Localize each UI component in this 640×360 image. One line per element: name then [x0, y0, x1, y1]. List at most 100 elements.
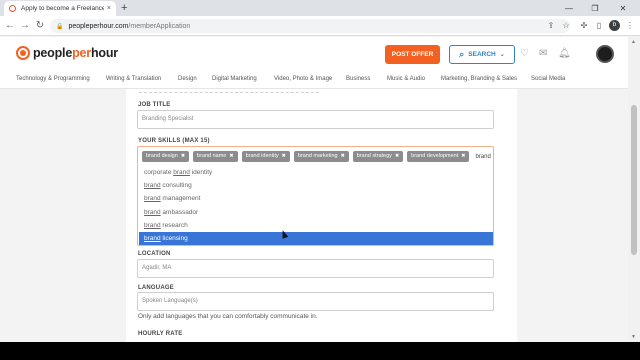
- remove-tag-icon[interactable]: ✖: [461, 151, 465, 162]
- suggestion-suffix: ambassador: [160, 208, 199, 216]
- suggestion-match: brand: [144, 208, 161, 216]
- suggestion-match: brand: [173, 169, 190, 176]
- language-input[interactable]: Spoken Language(s): [137, 292, 494, 311]
- site-favicon-icon: [9, 5, 16, 12]
- search-button[interactable]: ⌕ SEARCH ⌄: [449, 45, 515, 64]
- category-marketing-branding[interactable]: Marketing, Branding & Sales: [441, 76, 517, 82]
- suggestion-item[interactable]: brand licensing: [139, 231, 493, 246]
- remove-tag-icon[interactable]: ✖: [181, 151, 185, 162]
- category-social-media[interactable]: Social Media: [531, 76, 565, 82]
- site-header: people per hour POST OFFER ⌕ SEARCH ⌄ ♡ ✉ …: [0, 37, 628, 71]
- job-title-label: JOB TITLE: [138, 102, 171, 108]
- maximize-icon[interactable]: ❐: [584, 0, 606, 16]
- logo-people: people: [33, 46, 73, 60]
- minimize-icon[interactable]: —: [558, 0, 580, 16]
- logo-mark-icon: [16, 46, 30, 60]
- category-digital-marketing[interactable]: Digital Marketing: [212, 76, 257, 82]
- skill-tag-label: brand strategy: [356, 153, 392, 159]
- heart-icon[interactable]: ♡: [520, 49, 529, 59]
- location-label: LOCATION: [138, 251, 171, 257]
- sidebar-icon[interactable]: ▯: [593, 20, 605, 32]
- scroll-down-icon[interactable]: ▼: [631, 334, 636, 340]
- suggestion-prefix: corporate: [144, 169, 174, 176]
- suggestion-match: brand: [144, 234, 161, 242]
- url-path: /memberApplication: [128, 22, 191, 30]
- category-video-photo[interactable]: Video, Photo & Image: [274, 76, 332, 82]
- remove-tag-icon[interactable]: ✖: [341, 151, 345, 162]
- post-offer-button[interactable]: POST OFFER: [385, 45, 440, 64]
- category-business[interactable]: Business: [346, 76, 370, 82]
- suggestion-match: brand: [144, 195, 161, 203]
- taskbar: [0, 342, 640, 360]
- address-bar[interactable]: 🔒 peopleperhour.com/memberApplication: [50, 19, 570, 33]
- close-window-icon[interactable]: ✕: [612, 0, 634, 16]
- remove-tag-icon[interactable]: ✖: [229, 151, 233, 162]
- search-label: SEARCH: [468, 51, 496, 58]
- suggestion-item[interactable]: brand research: [139, 219, 493, 232]
- category-writing[interactable]: Writing & Translation: [106, 76, 161, 82]
- category-technology[interactable]: Technology & Programming: [16, 76, 90, 82]
- language-help-text: Only add languages that you can comforta…: [138, 313, 318, 320]
- user-avatar[interactable]: [596, 45, 614, 63]
- job-title-input[interactable]: Branding Specialist: [137, 110, 494, 129]
- remove-tag-icon[interactable]: ✖: [282, 151, 286, 162]
- skill-tag[interactable]: brand design ✖: [142, 151, 190, 162]
- browser-toolbar: ← → ↻ 🔒 peopleperhour.com/memberApplicat…: [0, 16, 640, 36]
- suggestion-suffix: consulting: [160, 182, 192, 190]
- scrollbar-thumb[interactable]: [631, 105, 637, 255]
- browser-tab-strip: Apply to become a Freelancer - × + — ❐ ✕: [0, 0, 640, 16]
- skill-tag-label: brand name: [197, 153, 227, 159]
- skills-input[interactable]: brand design ✖ brand name ✖ brand identity…: [137, 146, 494, 246]
- suggestion-item[interactable]: brand consulting: [139, 179, 493, 192]
- share-icon[interactable]: ⇪: [545, 20, 557, 32]
- category-nav: Technology & Programming Writing & Trans…: [0, 71, 628, 89]
- reload-icon[interactable]: ↻: [34, 20, 46, 32]
- skill-tag-label: brand development: [411, 153, 459, 159]
- url-host: peopleperhour.com: [68, 22, 129, 30]
- skills-suggestions-dropdown: corporate brand identity brand consultin…: [139, 166, 493, 246]
- language-label: LANGUAGE: [138, 285, 174, 291]
- skill-tag-label: brand identity: [245, 153, 279, 159]
- logo-hour: hour: [90, 46, 118, 60]
- remove-tag-icon[interactable]: ✖: [395, 151, 399, 162]
- forward-icon[interactable]: →: [19, 20, 31, 32]
- profile-avatar[interactable]: b: [609, 20, 620, 31]
- category-music-audio[interactable]: Music & Audio: [387, 76, 425, 82]
- skill-tag-label: brand design: [146, 153, 178, 159]
- back-icon[interactable]: ←: [4, 20, 16, 32]
- new-tab-button[interactable]: +: [121, 2, 127, 14]
- suggestion-match: brand: [144, 221, 161, 229]
- tab-title: Apply to become a Freelancer -: [21, 5, 104, 12]
- skill-tag[interactable]: brand identity ✖: [241, 151, 290, 162]
- suggestion-suffix: research: [160, 221, 188, 229]
- browser-menu-icon[interactable]: ⋮: [624, 20, 636, 32]
- site-logo[interactable]: people per hour: [16, 46, 118, 60]
- suggestion-item[interactable]: corporate brand identity: [139, 166, 493, 179]
- suggestion-suffix: management: [160, 195, 201, 203]
- skill-tag-label: brand marketing: [297, 153, 338, 159]
- skills-typed-text[interactable]: brand: [475, 154, 490, 160]
- location-input[interactable]: Agadir, MA: [137, 259, 494, 278]
- hourly-rate-label: HOURLY RATE: [138, 331, 183, 337]
- mail-icon[interactable]: ✉: [539, 49, 547, 59]
- bell-icon[interactable]: 🔔︎: [558, 49, 571, 59]
- suggestion-item[interactable]: brand ambassador: [139, 206, 493, 219]
- skills-tags: brand design ✖ brand name ✖ brand identity…: [142, 151, 491, 162]
- skill-tag[interactable]: brand development ✖: [407, 151, 470, 162]
- scroll-up-icon[interactable]: ▲: [631, 39, 636, 45]
- extensions-icon[interactable]: ✣: [578, 20, 590, 32]
- suggestion-item[interactable]: brand management: [139, 192, 493, 205]
- category-design[interactable]: Design: [178, 76, 197, 82]
- tab-close-icon[interactable]: ×: [107, 5, 111, 12]
- skill-tag[interactable]: brand marketing ✖: [293, 151, 349, 162]
- browser-tab[interactable]: Apply to become a Freelancer - ×: [4, 1, 116, 16]
- search-icon: ⌕: [459, 49, 465, 59]
- page-scrollbar[interactable]: ▲ ▼: [628, 37, 640, 342]
- bookmark-star-icon[interactable]: ☆: [560, 20, 572, 32]
- suggestion-suffix: licensing: [160, 234, 188, 242]
- skill-tag[interactable]: brand name ✖: [193, 151, 238, 162]
- suggestion-match: brand: [144, 182, 161, 190]
- skills-label: YOUR SKILLS (MAX 15): [138, 138, 210, 144]
- chevron-down-icon: ⌄: [499, 52, 505, 58]
- skill-tag[interactable]: brand strategy ✖: [352, 151, 404, 162]
